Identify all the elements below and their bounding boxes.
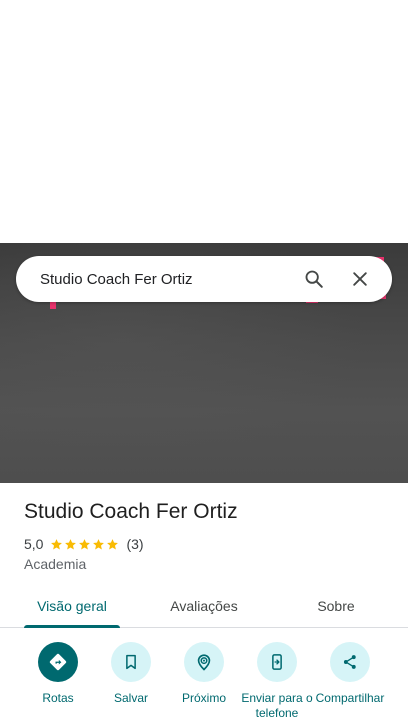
share-button[interactable]: Compartilhar bbox=[312, 642, 388, 706]
nearby-icon bbox=[197, 654, 211, 671]
directions-button[interactable]: Rotas bbox=[20, 642, 96, 706]
tab-overview[interactable]: Visão geral bbox=[24, 584, 120, 628]
action-label: Enviar para o telefone bbox=[241, 691, 313, 720]
send-to-phone-button[interactable]: Enviar para o telefone bbox=[239, 642, 315, 721]
send-to-phone-icon bbox=[272, 654, 282, 670]
bookmark-icon bbox=[126, 654, 136, 670]
action-bar: Rotas Salvar Próximo Enviar para o telef… bbox=[0, 640, 408, 726]
rating-value: 5,0 bbox=[24, 536, 44, 552]
search-bar: Studio Coach Fer Ortiz bbox=[16, 256, 392, 302]
star-icon bbox=[93, 538, 105, 549]
review-count: (3) bbox=[126, 536, 144, 552]
action-label: Rotas bbox=[42, 691, 74, 705]
rating-row[interactable]: 5,0 (3) bbox=[24, 536, 144, 552]
active-tab-indicator bbox=[24, 625, 120, 628]
directions-button-circle bbox=[38, 642, 78, 682]
search-input[interactable]: Studio Coach Fer Ortiz bbox=[40, 271, 288, 288]
tab-label: Sobre bbox=[317, 597, 355, 614]
rating-stars bbox=[50, 538, 120, 551]
star-icon bbox=[51, 538, 63, 549]
save-button-circle bbox=[111, 642, 151, 682]
search-button[interactable] bbox=[294, 259, 334, 299]
close-icon bbox=[353, 272, 367, 286]
nearby-button[interactable]: Próximo bbox=[166, 642, 242, 706]
search-icon bbox=[305, 270, 323, 288]
tab-reviews[interactable]: Avaliações bbox=[156, 584, 252, 627]
share-button-circle bbox=[330, 642, 370, 682]
send-to-phone-button-circle bbox=[257, 642, 297, 682]
action-label: Salvar bbox=[113, 691, 148, 705]
tab-label: Avaliações bbox=[170, 597, 238, 614]
save-button[interactable]: Salvar bbox=[93, 642, 169, 706]
action-label: Próximo bbox=[181, 691, 226, 705]
directions-icon bbox=[49, 653, 67, 671]
star-icon bbox=[79, 538, 91, 549]
tab-label: Visão geral bbox=[37, 597, 107, 614]
share-icon bbox=[343, 655, 356, 669]
tab-about[interactable]: Sobre bbox=[288, 584, 384, 627]
place-category: Academia bbox=[24, 556, 87, 572]
place-title: Studio Coach Fer Ortiz bbox=[24, 500, 238, 523]
star-icon bbox=[65, 538, 77, 549]
nearby-button-circle bbox=[184, 642, 224, 682]
action-label: Compartilhar bbox=[315, 691, 385, 705]
tab-bar: Visão geral Avaliações Sobre bbox=[0, 584, 408, 628]
clear-search-button[interactable] bbox=[340, 259, 380, 299]
star-icon bbox=[107, 538, 119, 549]
